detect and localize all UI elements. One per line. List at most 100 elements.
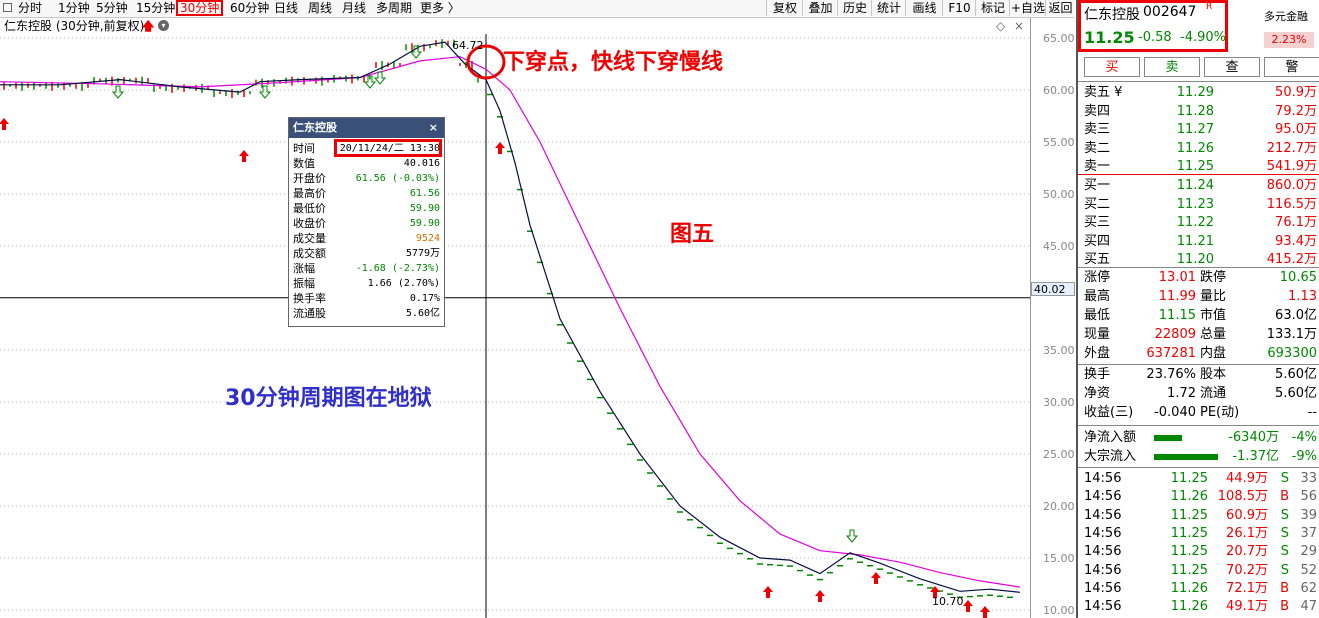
quote-row: 14:56 11.26 108.5万 B 56 — [1078, 488, 1319, 506]
tick-direction: S — [1280, 525, 1289, 541]
quote-row: 净资 1.72 流通 5.60亿 — [1078, 385, 1319, 403]
ask-price: 11.28 — [1176, 103, 1214, 119]
diamond-icon[interactable]: ◇ — [996, 18, 1005, 34]
flow-value: -1.37亿 — [1232, 449, 1279, 464]
quote-row: 买二 11.23 116.5万 — [1078, 196, 1319, 214]
tick-count: 37 — [1300, 525, 1317, 541]
stock-flag: R — [1206, 2, 1213, 12]
buy-signal-arrow-icon — [871, 572, 881, 584]
tick-price: 11.26 — [1170, 580, 1208, 596]
period-tab[interactable]: 5分钟 — [94, 0, 130, 16]
quote-row: 14:56 11.26 49.1万 B 47 — [1078, 598, 1319, 616]
toolbar-button[interactable]: F10 — [942, 0, 976, 16]
flow-pct: -9% — [1291, 449, 1317, 464]
close-icon[interactable]: × — [429, 118, 438, 138]
ask-price: 11.26 — [1176, 140, 1214, 156]
tick-direction: S — [1280, 507, 1289, 523]
tick-count: 56 — [1300, 489, 1317, 505]
tooltip-key: 成交量 — [293, 232, 326, 245]
period-tab[interactable]: 60分钟 — [228, 0, 271, 16]
tick-direction: B — [1280, 599, 1289, 615]
period-tab[interactable]: 30分钟 — [176, 0, 224, 16]
tooltip-key: 振幅 — [293, 277, 315, 290]
period-tab[interactable]: 1分钟 — [56, 0, 92, 16]
quote-row: 最低 11.15 市值 63.0亿 — [1078, 307, 1319, 325]
period-tab[interactable]: 分时 — [16, 0, 44, 16]
tick-volume: 20.7万 — [1226, 544, 1268, 560]
toolbar-button[interactable]: 画线 — [905, 0, 943, 16]
tick-direction: B — [1280, 580, 1289, 596]
stat-key: 最高 — [1084, 289, 1111, 304]
stat-key: PE(动) — [1200, 405, 1240, 420]
toolbar-button[interactable]: 历史 — [837, 0, 872, 16]
buy-signal-arrow-icon — [495, 142, 505, 154]
period-tab[interactable]: 月线 — [340, 0, 368, 16]
toolbar-button[interactable]: 叠加 — [802, 0, 838, 16]
kline-chart[interactable]: 64.72 10.70 — [0, 34, 1030, 618]
ask-label: 卖四 — [1084, 103, 1111, 119]
close-chart-icon[interactable]: × — [1014, 18, 1024, 34]
quote-row: 涨停 13.01 跌停 10.65 — [1078, 269, 1319, 287]
quote-row: 买一 11.24 860.0万 — [1078, 177, 1319, 195]
figure-label: 图五 — [670, 222, 715, 247]
period-tab[interactable]: 15分钟 — [134, 0, 177, 16]
fast-ma-line — [0, 41, 1021, 593]
ask-volume: 50.9万 — [1275, 85, 1317, 100]
flow-bar — [1154, 435, 1182, 441]
period-tab[interactable]: 日线 — [272, 0, 300, 16]
tooltip-row: 收盘价 59.90 — [289, 216, 444, 231]
toolbar-button[interactable]: 统计 — [871, 0, 906, 16]
period-tab[interactable]: 多周期 — [374, 0, 414, 16]
trade-button[interactable]: 查 — [1204, 57, 1260, 77]
stat-key: 净资 — [1084, 386, 1111, 401]
trade-button[interactable]: 警 — [1264, 57, 1319, 77]
trade-button[interactable]: 卖 — [1144, 57, 1200, 77]
toolbar-button[interactable]: 标记 — [975, 0, 1010, 16]
settings-dropdown-icon[interactable]: ▾ — [158, 20, 169, 31]
tooltip-value: -1.68 (-2.73%) — [355, 263, 440, 274]
y-tick-label: 45.00 — [1043, 240, 1075, 253]
stat-value: 11.15 — [1158, 308, 1196, 323]
tick-count: 62 — [1300, 580, 1317, 596]
stat-key: 现量 — [1084, 327, 1111, 342]
tooltip-key: 时间 — [293, 142, 315, 155]
quote-row: 14:56 11.25 26.1万 S 37 — [1078, 525, 1319, 543]
tooltip-value: 59.90 — [409, 203, 440, 214]
stat-key: 总量 — [1200, 327, 1227, 342]
buy-signal-arrow-icon — [980, 606, 990, 618]
stat-value: 637281 — [1146, 346, 1196, 361]
period-tab[interactable]: 周线 — [306, 0, 334, 16]
quote-row: 14:56 11.25 44.9万 S 33 — [1078, 470, 1319, 488]
tooltip-key: 收盘价 — [293, 217, 326, 230]
quote-row: 收益(三) -0.040 PE(动) -- — [1078, 404, 1319, 422]
bid-price: 11.21 — [1176, 233, 1214, 249]
tick-time: 14:56 — [1084, 562, 1122, 578]
chart-subheader: 仁东控股 (30分钟,前复权) 🡅 ▾ ◇ × — [0, 18, 1030, 34]
buy-signal-arrow-icon — [239, 150, 249, 162]
tick-price: 11.25 — [1170, 525, 1208, 541]
tooltip-key: 涨幅 — [293, 262, 315, 275]
stat-key: 收益(三) — [1084, 405, 1134, 420]
stock-code: 002647 — [1143, 4, 1197, 20]
tooltip-value: 1.66 (2.70%) — [367, 278, 440, 289]
menu-toggle-icon[interactable] — [3, 3, 12, 12]
toolbar-button[interactable]: 复权 — [766, 0, 803, 16]
tooltip-value: 5.60亿 — [405, 308, 440, 319]
cross-annotation: 下穿点，快线下穿慢线 — [503, 50, 724, 75]
toolbar-button[interactable]: 返回 — [1045, 0, 1075, 16]
tick-time: 14:56 — [1084, 507, 1122, 523]
quote-row: 14:56 11.26 72.1万 B 62 — [1078, 580, 1319, 598]
tooltip-key: 开盘价 — [293, 172, 326, 185]
stat-key: 跌停 — [1200, 270, 1227, 285]
stat-key: 外盘 — [1084, 346, 1111, 361]
quote-row: 换手 23.76% 股本 5.60亿 — [1078, 366, 1319, 384]
stat-value: 23.76% — [1146, 367, 1196, 382]
period-tab[interactable]: 更多 〉 — [418, 0, 462, 16]
tick-price: 11.25 — [1170, 562, 1208, 578]
trade-button[interactable]: 买 — [1084, 57, 1140, 77]
sector-tag[interactable]: 多元金融 — [1264, 8, 1308, 24]
bid-volume: 116.5万 — [1266, 196, 1317, 212]
tick-price: 11.26 — [1170, 489, 1208, 505]
toolbar-button[interactable]: +自选 — [1009, 0, 1046, 16]
bid-label: 买四 — [1084, 233, 1111, 249]
